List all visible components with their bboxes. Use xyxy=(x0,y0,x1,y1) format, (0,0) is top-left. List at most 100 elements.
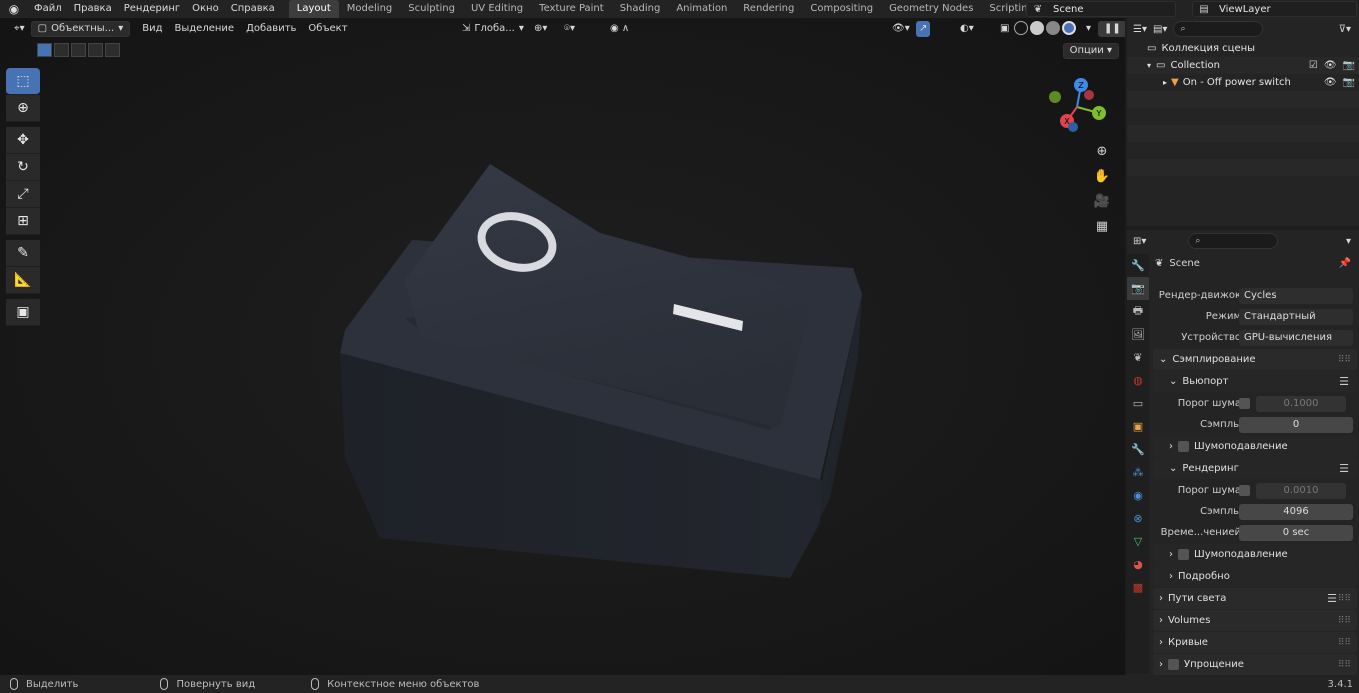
proportional-edit-icon[interactable]: ◉ ∧ xyxy=(604,21,635,37)
cursor-tool-icon[interactable]: ⊕ xyxy=(6,95,40,122)
render-denoise-subsection[interactable]: › Шумоподавление xyxy=(1153,544,1357,565)
view-layer-name[interactable]: ViewLayer xyxy=(1215,4,1271,15)
select-subtract-icon[interactable] xyxy=(71,43,86,57)
eye-icon[interactable]: 👁 xyxy=(1324,77,1337,88)
tab-texture-paint[interactable]: Texture Paint xyxy=(531,0,612,18)
tool-tab-icon[interactable]: 🔧 xyxy=(1127,254,1149,277)
transform-tool-icon[interactable]: ⊞ xyxy=(6,208,40,235)
drag-grip-icon[interactable]: ⠿⠿ xyxy=(1338,594,1351,604)
sampling-section[interactable]: ⌄ Сэмплирование ⠿⠿ xyxy=(1153,349,1357,370)
select-intersect-icon[interactable] xyxy=(88,43,103,57)
drag-grip-icon[interactable]: ⠿⠿ xyxy=(1338,355,1351,365)
world-tab-icon[interactable]: ◍ xyxy=(1127,369,1149,392)
data-tab-icon[interactable]: ▽ xyxy=(1127,530,1149,553)
collection-tab-icon[interactable]: ▭ xyxy=(1127,392,1149,415)
modifier-tab-icon[interactable]: 🔧 xyxy=(1127,438,1149,461)
expand-arrow-icon[interactable]: ▾ xyxy=(1147,61,1151,70)
noise-threshold-checkbox[interactable] xyxy=(1239,398,1250,409)
zoom-icon[interactable]: ⊕ xyxy=(1091,140,1113,162)
object-tab-icon[interactable]: ▣ xyxy=(1127,415,1149,438)
visibility-icon[interactable]: 👁▾ xyxy=(886,21,916,37)
advanced-subsection[interactable]: › Подробно xyxy=(1153,566,1357,587)
xray-icon[interactable]: ▣ xyxy=(994,21,1015,37)
device-dropdown[interactable]: GPU-вычисления xyxy=(1239,329,1353,346)
viewport-denoise-subsection[interactable]: › Шумоподавление xyxy=(1153,436,1357,457)
simplify-checkbox[interactable] xyxy=(1168,659,1179,670)
scene-selector[interactable]: ❦ Scene xyxy=(1026,1,1176,17)
denoise-checkbox[interactable] xyxy=(1178,549,1189,560)
time-limit-field[interactable]: 0 sec xyxy=(1239,524,1353,541)
select-box-tool-icon[interactable]: ⬚ xyxy=(6,68,40,95)
collection-row[interactable]: ▾ ▭ Collection ☑ 👁 📷 xyxy=(1127,57,1359,74)
3d-viewport[interactable]: ⌖▾ ▢ Объектны... ▾ Вид Выделение Добавит… xyxy=(0,18,1125,675)
pivot-icon[interactable]: ⊕▾ xyxy=(528,21,553,37)
select-extend-icon[interactable] xyxy=(54,43,69,57)
solid-shading-icon[interactable] xyxy=(1030,21,1044,35)
checkbox-icon[interactable]: ☑ xyxy=(1309,60,1318,71)
scale-tool-icon[interactable]: ⤢ xyxy=(6,181,40,208)
camera-icon[interactable]: 📷 xyxy=(1343,60,1355,71)
display-mode-icon[interactable]: ▤▾ xyxy=(1153,24,1167,35)
blender-logo-icon[interactable]: ◉ xyxy=(0,0,28,18)
gizmo-toggle-icon[interactable]: ↗ xyxy=(916,21,931,37)
texture-tab-icon[interactable]: ▩ xyxy=(1127,576,1149,599)
pause-render-icon[interactable]: ❚❚ xyxy=(1098,21,1125,37)
viewport-subsection[interactable]: ⌄ Вьюпорт ☰ xyxy=(1153,371,1357,392)
neg-z-axis-icon[interactable] xyxy=(1068,122,1078,132)
viewport-samples-field[interactable]: 0 xyxy=(1239,416,1353,433)
mode-dropdown[interactable]: Стандартный xyxy=(1239,308,1353,325)
editor-type-icon[interactable]: ☰▾ xyxy=(1133,24,1147,35)
viewport-noise-threshold-field[interactable]: 0.1000 xyxy=(1256,395,1346,412)
denoise-checkbox[interactable] xyxy=(1178,441,1189,452)
rendered-shading-icon[interactable] xyxy=(1062,21,1076,35)
menu-view[interactable]: Вид xyxy=(136,21,168,37)
filter-icon[interactable]: ⊽▾ xyxy=(1339,24,1351,35)
drag-grip-icon[interactable]: ⠿⠿ xyxy=(1338,616,1351,626)
render-samples-field[interactable]: 4096 xyxy=(1239,503,1353,520)
menu-edit[interactable]: Правка xyxy=(68,0,118,18)
volumes-section[interactable]: › Volumes ⠿⠿ xyxy=(1153,610,1357,631)
material-tab-icon[interactable]: ◕ xyxy=(1127,553,1149,576)
tab-geometry-nodes[interactable]: Geometry Nodes xyxy=(881,0,981,18)
move-tool-icon[interactable]: ✥ xyxy=(6,127,40,154)
simplify-section[interactable]: › Упрощение ⠿⠿ xyxy=(1153,654,1357,675)
tab-animation[interactable]: Animation xyxy=(668,0,735,18)
select-invert-icon[interactable] xyxy=(105,43,120,57)
shading-options-icon[interactable]: ▾ xyxy=(1080,21,1097,37)
camera-view-icon[interactable]: 🎥 xyxy=(1091,190,1113,212)
tab-sculpting[interactable]: Sculpting xyxy=(400,0,463,18)
scene-collection-row[interactable]: ▭ Коллекция сцены xyxy=(1127,40,1359,57)
snap-icon[interactable]: ⌾▾ xyxy=(558,21,581,37)
material-shading-icon[interactable] xyxy=(1046,21,1060,35)
object-row[interactable]: ▸ ▼ On - Off power switch 👁 📷 xyxy=(1127,74,1359,91)
view-layer-tab-icon[interactable]: 🖼 xyxy=(1127,323,1149,346)
drag-grip-icon[interactable]: ⠿⠿ xyxy=(1338,638,1351,648)
menu-file[interactable]: Файл xyxy=(28,0,68,18)
menu-add[interactable]: Добавить xyxy=(240,21,302,37)
tab-modeling[interactable]: Modeling xyxy=(339,0,401,18)
render-engine-dropdown[interactable]: Cycles xyxy=(1239,287,1353,304)
presets-list-icon[interactable]: ☰ xyxy=(1339,375,1349,388)
eye-icon[interactable]: 👁 xyxy=(1324,60,1337,71)
tab-rendering[interactable]: Rendering xyxy=(735,0,802,18)
render-tab-icon[interactable]: 📷 xyxy=(1127,277,1149,300)
chevron-down-icon[interactable]: ▾ xyxy=(1346,236,1351,247)
physics-tab-icon[interactable]: ◉ xyxy=(1127,484,1149,507)
constraints-tab-icon[interactable]: ⊗ xyxy=(1127,507,1149,530)
menu-select[interactable]: Выделение xyxy=(169,21,241,37)
outliner-search-input[interactable]: ⌕ xyxy=(1173,21,1264,37)
render-noise-threshold-field[interactable]: 0.0010 xyxy=(1256,482,1346,499)
scene-name[interactable]: Scene xyxy=(1049,4,1084,15)
menu-render[interactable]: Рендеринг xyxy=(118,0,186,18)
annotate-tool-icon[interactable]: ✎ xyxy=(6,240,40,267)
drag-grip-icon[interactable]: ⠿⠿ xyxy=(1338,660,1351,670)
scene-tab-icon[interactable]: ❦ xyxy=(1127,346,1149,369)
render-subsection[interactable]: ⌄ Рендеринг ☰ xyxy=(1153,458,1357,479)
orientation-dropdown[interactable]: ⇲ Глоба... ▾ xyxy=(456,21,530,37)
overlays-icon[interactable]: ◐▾ xyxy=(954,21,980,37)
tab-shading[interactable]: Shading xyxy=(612,0,669,18)
ortho-grid-icon[interactable]: ▦ xyxy=(1091,215,1113,237)
presets-list-icon[interactable]: ☰ xyxy=(1339,462,1349,475)
menu-help[interactable]: Справка xyxy=(225,0,281,18)
properties-search-input[interactable]: ⌕ xyxy=(1188,233,1279,249)
